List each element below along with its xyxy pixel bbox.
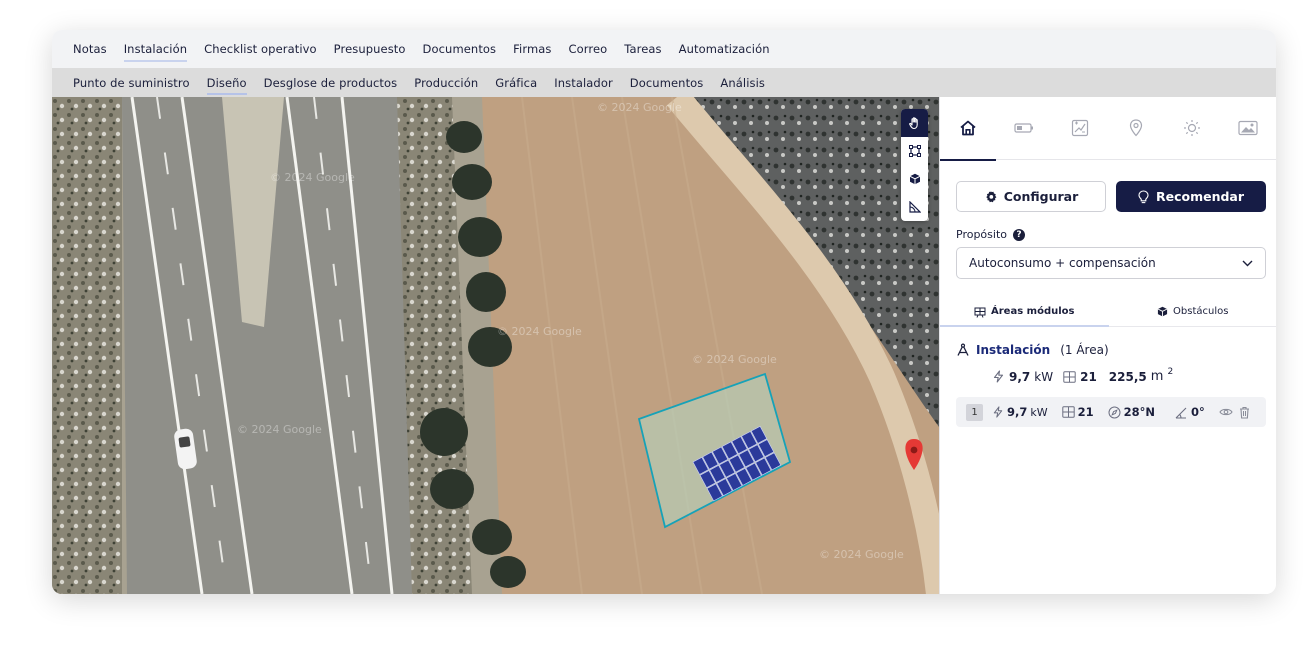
- tab-presupuesto[interactable]: Presupuesto: [334, 42, 406, 56]
- purpose-label-text: Propósito: [956, 228, 1007, 241]
- lightbulb-icon: [1138, 189, 1149, 203]
- panel-icon-tabs: [940, 97, 1276, 161]
- map-watermark: © 2024 Google: [692, 353, 777, 366]
- area-tilt: 0°: [1191, 405, 1205, 419]
- installation-modules: 21: [1080, 369, 1097, 384]
- tab-tareas[interactable]: Tareas: [624, 42, 661, 56]
- configure-button[interactable]: Configurar: [956, 181, 1106, 212]
- map-watermark: © 2024 Google: [270, 171, 355, 184]
- subtab-produccion[interactable]: Producción: [414, 76, 478, 90]
- subtab-obstaculos-label: Obstáculos: [1173, 306, 1229, 317]
- installation-compass-icon: [957, 343, 969, 356]
- map-watermark: © 2024 Google: [237, 423, 322, 436]
- module-grid-icon: [1061, 406, 1075, 418]
- measure-angle-tool-icon[interactable]: [901, 193, 928, 221]
- subtab-analisis[interactable]: Análisis: [720, 76, 765, 90]
- subtab-areas-modulos-label: Áreas módulos: [991, 306, 1075, 317]
- area-subtabs: Áreas módulos Obstáculos: [940, 297, 1276, 327]
- installation-stats: 9,7 kW 21 225,5 m 2: [992, 366, 1174, 384]
- installation-area: 225,5: [1108, 369, 1147, 384]
- trash-icon[interactable]: [1239, 406, 1250, 419]
- installation-header[interactable]: Instalación (1 Área): [956, 343, 1109, 357]
- sun-icon[interactable]: [1164, 97, 1220, 160]
- installation-name: Instalación: [976, 343, 1051, 357]
- hand-pan-tool-icon[interactable]: [901, 109, 928, 137]
- area-power-unit: kW: [1030, 405, 1048, 419]
- tab-documentos[interactable]: Documentos: [423, 42, 497, 56]
- installation-area-unit: m: [1150, 369, 1164, 384]
- map-toolbar: [901, 109, 928, 221]
- subtab-obstaculos[interactable]: Obstáculos: [1109, 297, 1277, 326]
- home-icon[interactable]: [940, 97, 996, 161]
- area-power: 9,7: [1007, 405, 1028, 419]
- module-grid-icon: [974, 307, 986, 318]
- area-orientation: 28°N: [1123, 405, 1156, 419]
- compass-orientation-icon: [1108, 406, 1121, 418]
- tab-notas[interactable]: Notas: [73, 42, 107, 56]
- subtab-desglose-de-productos[interactable]: Desglose de productos: [264, 76, 398, 90]
- chevron-down-icon: [1242, 260, 1253, 266]
- power-bolt-icon: [993, 370, 1004, 383]
- tab-instalacion[interactable]: Instalación: [123, 42, 188, 62]
- subtab-areas-modulos[interactable]: Áreas módulos: [940, 297, 1109, 327]
- subtab-documentos[interactable]: Documentos: [630, 76, 704, 90]
- installation-power-unit: kW: [1034, 369, 1054, 384]
- installation-area-exponent: 2: [1167, 366, 1174, 377]
- cube-icon: [1157, 306, 1168, 317]
- installation-area-count: (1 Área): [1060, 343, 1109, 357]
- tab-firmas[interactable]: Firmas: [513, 42, 551, 56]
- design-side-panel: Configurar Recomendar Propósito ? Autoco…: [939, 97, 1276, 594]
- obstacle-cube-tool-icon[interactable]: [901, 165, 928, 193]
- subtab-instalador[interactable]: Instalador: [554, 76, 613, 90]
- tab-checklist-operativo[interactable]: Checklist operativo: [204, 42, 317, 56]
- power-bolt-icon: [993, 406, 1003, 418]
- battery-icon[interactable]: [996, 97, 1052, 160]
- gear-icon: [985, 190, 997, 203]
- purpose-label: Propósito ?: [956, 228, 1025, 241]
- subtab-punto-de-suministro[interactable]: Punto de suministro: [73, 76, 190, 90]
- tab-automatizacion[interactable]: Automatización: [679, 42, 770, 56]
- satellite-map[interactable]: © 2024 Google © 2024 Google © 2024 Googl…: [52, 97, 939, 594]
- tab-correo[interactable]: Correo: [569, 42, 608, 56]
- map-watermark: © 2024 Google: [497, 325, 582, 338]
- eye-icon[interactable]: [1219, 407, 1233, 417]
- area-modules: 21: [1077, 405, 1094, 419]
- area-index: 1: [966, 403, 983, 421]
- map-watermark: © 2024 Google: [597, 101, 682, 114]
- map-watermark: © 2024 Google: [819, 548, 904, 561]
- purpose-select[interactable]: Autoconsumo + compensación: [956, 247, 1266, 279]
- help-icon[interactable]: ?: [1013, 228, 1025, 241]
- installation-power: 9,7: [1009, 369, 1031, 384]
- recommend-label: Recomendar: [1155, 189, 1245, 204]
- image-icon[interactable]: [1220, 97, 1276, 160]
- purpose-select-value: Autoconsumo + compensación: [969, 256, 1156, 270]
- module-grid-icon: [1063, 370, 1076, 383]
- configure-label: Configurar: [1003, 189, 1079, 204]
- location-pin-icon[interactable]: [1108, 97, 1164, 160]
- area-row[interactable]: 1 9,7 kW 21 28°N 0°: [956, 397, 1266, 427]
- draw-area-tool-icon[interactable]: [901, 137, 928, 165]
- chart-icon[interactable]: [1052, 97, 1108, 160]
- satellite-imagery: © 2024 Google © 2024 Google © 2024 Googl…: [52, 97, 939, 594]
- recommend-button[interactable]: Recomendar: [1116, 181, 1266, 212]
- sub-tab-bar: Punto de suministro Diseño Desglose de p…: [52, 68, 1276, 97]
- top-tab-bar: Notas Instalación Checklist operativo Pr…: [52, 30, 1276, 68]
- tilt-angle-icon: [1175, 407, 1187, 419]
- subtab-diseno[interactable]: Diseño: [206, 76, 247, 95]
- subtab-grafica[interactable]: Gráfica: [495, 76, 537, 90]
- app-window: Notas Instalación Checklist operativo Pr…: [52, 30, 1276, 594]
